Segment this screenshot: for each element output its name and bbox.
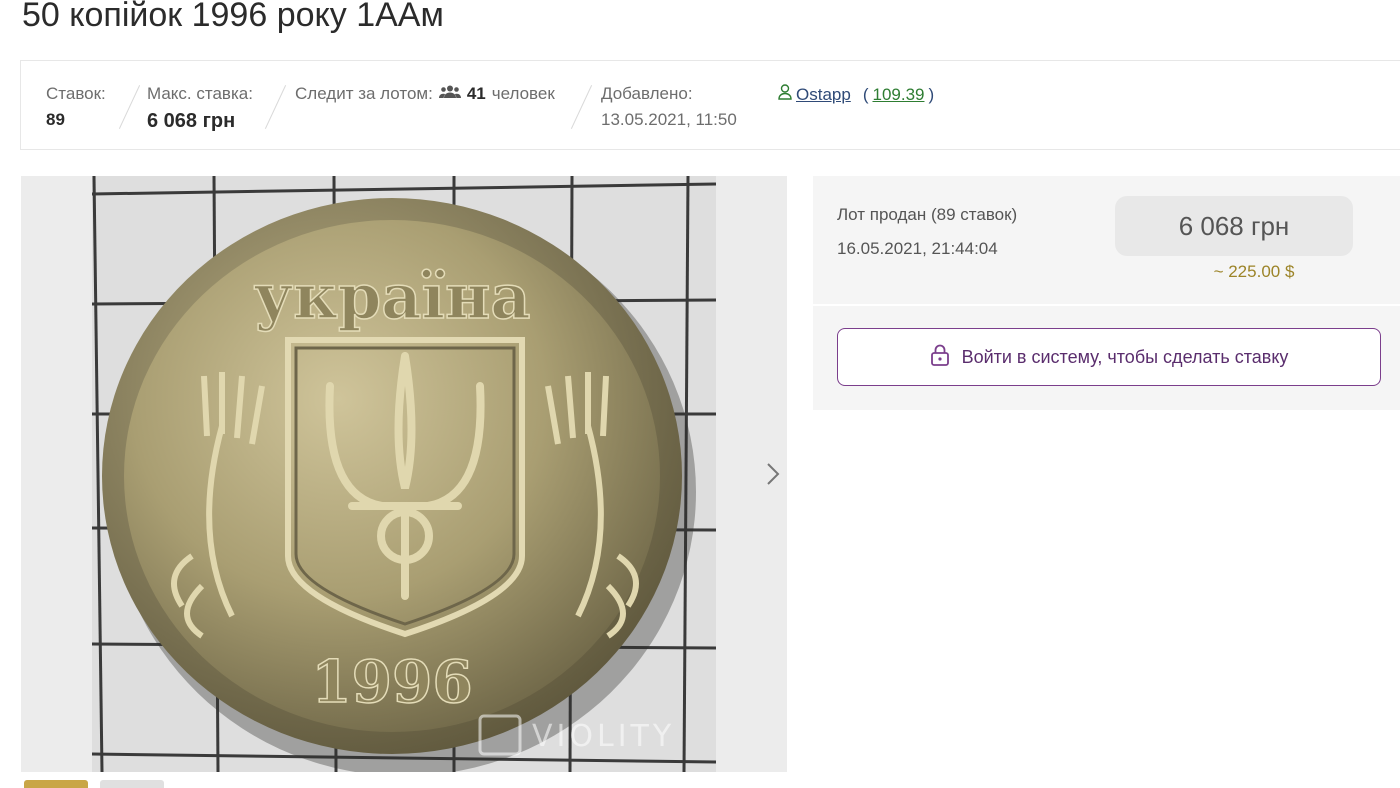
bids-label: Ставок: — [46, 84, 106, 103]
stat-divider — [118, 85, 141, 129]
bids-stat: Ставок: 89 — [46, 84, 106, 130]
max-bid-value: 6 068 грн — [147, 110, 236, 132]
thumbnail-strip — [24, 780, 164, 788]
coin-year: 1996 — [311, 648, 472, 716]
added-stat: Добавлено: 13.05.2021, 11:50 — [601, 84, 737, 130]
watching-line: Следит за лотом: 41 человек — [295, 84, 555, 104]
sale-end-time: 16.05.2021, 21:44:04 — [837, 239, 998, 258]
page-title: 50 копійок 1996 року 1ААм — [22, 0, 444, 34]
login-button-label: Войти в систему, чтобы сделать ставку — [961, 346, 1289, 367]
price-usd: ~ 225.00 $ — [1213, 262, 1295, 281]
lot-stats-bar: Ставок: 89 Макс. ставка: 6 068 грн Следи… — [20, 60, 1400, 150]
thumbnail-1[interactable] — [24, 780, 88, 788]
sale-status: Лот продан (89 ставок) — [837, 205, 1018, 224]
sale-panel: Лот продан (89 ставок) 16.05.2021, 21:44… — [813, 176, 1400, 410]
added-label: Добавлено: — [601, 84, 693, 103]
coin-photo[interactable]: україна 1996 VIOLITY — [92, 176, 716, 772]
lot-photo-gallery: україна 1996 VIOLITY — [21, 176, 787, 772]
rating-paren-open: ( — [862, 84, 869, 104]
panel-divider — [813, 304, 1400, 306]
watermark-text: VIOLITY — [532, 719, 675, 754]
user-icon — [778, 84, 792, 105]
final-price: 6 068 грн — [1115, 196, 1353, 256]
people-icon — [438, 84, 461, 104]
watching-label: Следит за лотом: — [295, 84, 433, 103]
stat-divider — [264, 85, 287, 129]
rating-paren-close: ) — [928, 84, 935, 104]
sale-info: Лот продан (89 ставок) 16.05.2021, 21:44… — [837, 198, 1017, 266]
max-bid-label: Макс. ставка: — [147, 84, 253, 103]
max-bid-stat: Макс. ставка: 6 068 грн — [147, 84, 253, 133]
lock-icon — [930, 344, 950, 371]
seller-name-link[interactable]: Ostapp — [796, 85, 851, 105]
watching-count: 41 — [466, 84, 486, 103]
coin-inscription: україна — [253, 260, 530, 333]
seller-info: Ostapp (109.39) — [778, 84, 934, 105]
bids-value: 89 — [46, 110, 65, 129]
watching-unit: человек — [491, 84, 555, 103]
watching-stat: Следит за лотом: 41 человек — [295, 84, 555, 104]
stat-divider — [570, 85, 593, 129]
thumbnail-2[interactable] — [100, 780, 164, 788]
login-to-bid-button[interactable]: Войти в систему, чтобы сделать ставку — [837, 328, 1381, 386]
chevron-right-icon[interactable] — [759, 456, 787, 492]
seller-rating-link[interactable]: 109.39 — [872, 85, 924, 105]
added-value: 13.05.2021, 11:50 — [601, 110, 737, 129]
